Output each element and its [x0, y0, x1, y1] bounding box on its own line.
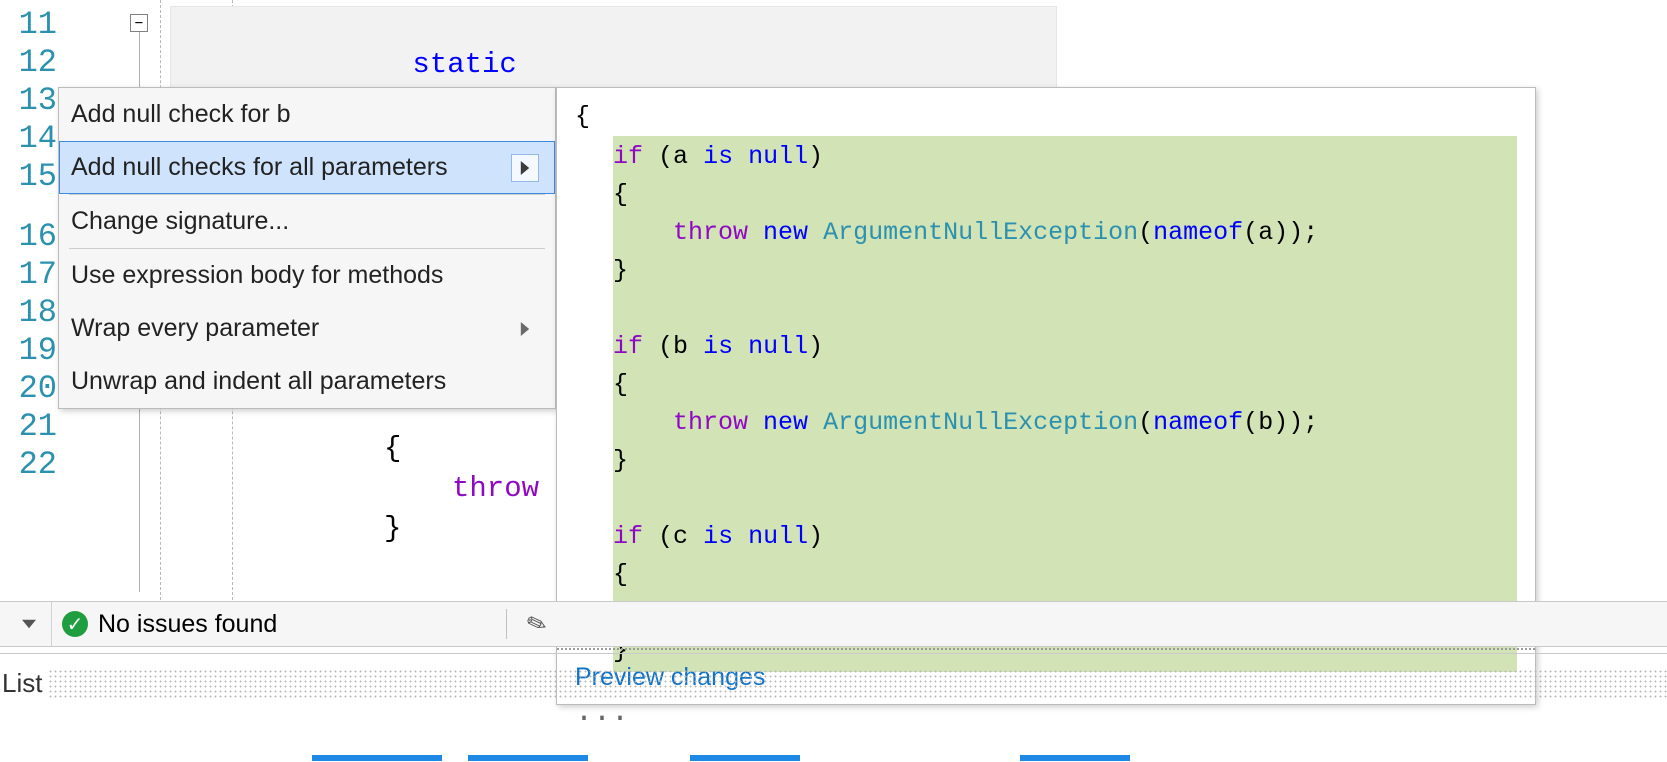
- preview-blank: [613, 290, 1517, 328]
- qa-item-wrap-every-parameter[interactable]: Wrap every parameter: [59, 302, 555, 355]
- qa-item-change-signature[interactable]: Change signature...: [59, 195, 555, 248]
- panel-grip[interactable]: [48, 669, 1667, 699]
- qa-item-unwrap-indent[interactable]: Unwrap and indent all parameters: [59, 355, 555, 408]
- preview-line-brace: {: [575, 98, 1517, 136]
- preview-line: {: [613, 556, 1517, 594]
- qa-item-expression-body[interactable]: Use expression body for methods: [59, 249, 555, 302]
- line-number: 13: [0, 82, 63, 120]
- line-number: 12: [0, 44, 63, 82]
- submenu-arrow-icon: [511, 315, 539, 343]
- active-indicator: [690, 755, 800, 761]
- line-number: 17: [0, 256, 63, 294]
- keyword-static: static: [412, 48, 516, 81]
- line-number: 19: [0, 332, 63, 370]
- active-indicator: [468, 755, 588, 761]
- qa-item-label: Use expression body for methods: [71, 261, 443, 290]
- quick-actions-menu: Add null check for b Add null checks for…: [58, 87, 556, 409]
- error-list-panel[interactable]: List: [0, 653, 1667, 713]
- preview-blank: [613, 480, 1517, 518]
- qa-item-label: Unwrap and indent all parameters: [71, 367, 446, 396]
- code-line-throw[interactable]: throw: [452, 470, 539, 508]
- line-number-gutter: 11 12 13 14 15 16 17 18 19 20 21 22: [0, 0, 63, 484]
- code-line-brace-open[interactable]: {: [384, 430, 401, 468]
- preview-line: {: [613, 366, 1517, 404]
- separator: [506, 609, 507, 640]
- preview-line: if (c is null): [613, 518, 1517, 556]
- fold-toggle-icon[interactable]: −: [130, 14, 148, 32]
- line-number: 15: [0, 158, 63, 196]
- line-number: 16: [0, 218, 63, 256]
- status-bar: ✓ No issues found ✎: [0, 601, 1667, 647]
- line-number: 22: [0, 446, 63, 484]
- active-indicator: [1020, 755, 1130, 761]
- qa-item-label: Add null check for b: [71, 100, 291, 129]
- preview-line: throw new ArgumentNullException(nameof(a…: [613, 214, 1517, 252]
- cleanup-icon[interactable]: ✎: [523, 607, 552, 641]
- line-number: 11: [0, 6, 63, 44]
- preview-line: if (b is null): [613, 328, 1517, 366]
- line-number: 20: [0, 370, 63, 408]
- qa-item-label: Change signature...: [71, 207, 289, 236]
- line-number: 21: [0, 408, 63, 446]
- active-indicator: [312, 755, 442, 761]
- list-label: List: [0, 668, 48, 699]
- qa-item-add-null-check-b[interactable]: Add null check for b: [59, 88, 555, 141]
- preview-line: throw new ArgumentNullException(nameof(b…: [613, 404, 1517, 442]
- preview-line: }: [613, 442, 1517, 480]
- editor-root: 11 12 13 14 15 16 17 18 19 20 21 22 − st…: [0, 0, 1667, 762]
- preview-added-block: if (a is null) { throw new ArgumentNullE…: [613, 136, 1517, 672]
- preview-line: if (a is null): [613, 138, 1517, 176]
- preview-line: {: [613, 176, 1517, 214]
- code-line-brace-close[interactable]: }: [384, 510, 401, 548]
- line-number: 18: [0, 294, 63, 332]
- status-text: No issues found: [98, 610, 277, 639]
- qa-item-label: Add null checks for all parameters: [71, 153, 448, 182]
- qa-item-add-null-checks-all[interactable]: Add null checks for all parameters: [59, 141, 555, 194]
- check-icon: ✓: [62, 611, 88, 637]
- status-dropdown-button[interactable]: [6, 602, 52, 646]
- line-number: 14: [0, 120, 63, 158]
- submenu-arrow-icon[interactable]: [511, 154, 539, 182]
- qa-item-label: Wrap every parameter: [71, 314, 319, 343]
- preview-line: }: [613, 252, 1517, 290]
